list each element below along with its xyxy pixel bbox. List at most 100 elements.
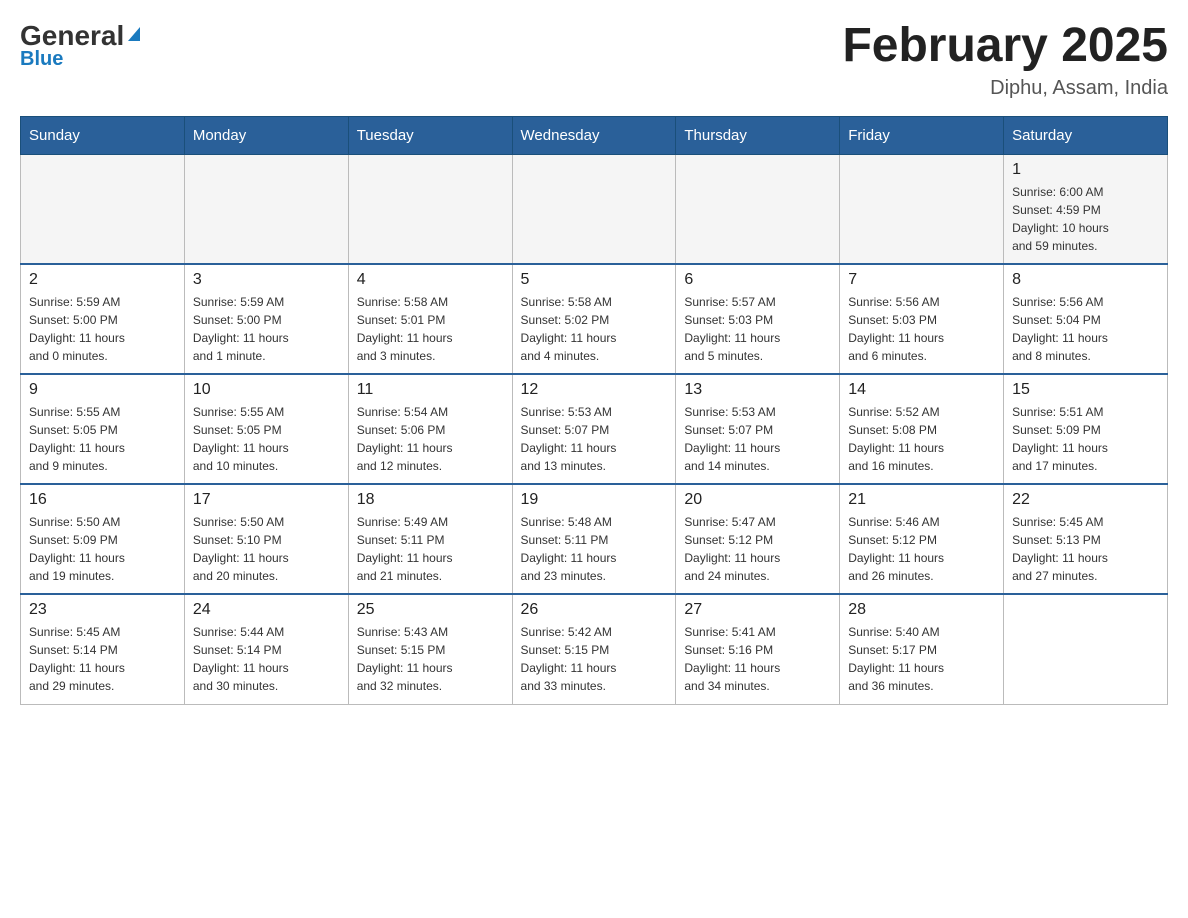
calendar-cell: 9 Sunrise: 5:55 AM Sunset: 5:05 PM Daylig…: [21, 374, 185, 484]
calendar-cell: 19 Sunrise: 5:48 AM Sunset: 5:11 PM Dayli…: [512, 484, 676, 594]
calendar-cell: 17 Sunrise: 5:50 AM Sunset: 5:10 PM Dayli…: [184, 484, 348, 594]
day-number: 1: [1012, 161, 1159, 179]
day-number: 6: [684, 271, 831, 289]
calendar-cell: 3Sunrise: 5:59 AM Sunset: 5:00 PM Daylig…: [184, 264, 348, 374]
day-info: Sunrise: 5:53 AM Sunset: 5:07 PM Dayligh…: [521, 403, 668, 475]
calendar-cell: 28 Sunrise: 5:40 AM Sunset: 5:17 PM Dayli…: [840, 594, 1004, 704]
day-info: Sunrise: 5:59 AM Sunset: 5:00 PM Dayligh…: [29, 293, 176, 365]
calendar-cell: [21, 154, 185, 264]
day-number: 4: [357, 271, 504, 289]
day-number: 27: [684, 601, 831, 619]
calendar-cell: 27 Sunrise: 5:41 AM Sunset: 5:16 PM Dayli…: [676, 594, 840, 704]
calendar-cell: 20 Sunrise: 5:47 AM Sunset: 5:12 PM Dayli…: [676, 484, 840, 594]
logo: General Blue: [20, 20, 140, 71]
day-number: 12: [521, 381, 668, 399]
day-number: 11: [357, 381, 504, 399]
day-number: 3: [193, 271, 340, 289]
day-info: Sunrise: 5:55 AM Sunset: 5:05 PM Dayligh…: [29, 403, 176, 475]
header-wednesday: Wednesday: [512, 116, 676, 154]
day-info: Sunrise: 5:42 AM Sunset: 5:15 PM Dayligh…: [521, 623, 668, 695]
calendar-cell: 24 Sunrise: 5:44 AM Sunset: 5:14 PM Dayli…: [184, 594, 348, 704]
calendar-cell: 13 Sunrise: 5:53 AM Sunset: 5:07 PM Dayli…: [676, 374, 840, 484]
calendar-cell: 7 Sunrise: 5:56 AM Sunset: 5:03 PM Daylig…: [840, 264, 1004, 374]
day-number: 20: [684, 491, 831, 509]
calendar-cell: 10Sunrise: 5:55 AM Sunset: 5:05 PM Dayli…: [184, 374, 348, 484]
day-info: Sunrise: 5:51 AM Sunset: 5:09 PM Dayligh…: [1012, 403, 1159, 475]
day-info: Sunrise: 5:45 AM Sunset: 5:13 PM Dayligh…: [1012, 513, 1159, 585]
calendar-cell: [184, 154, 348, 264]
header-sunday: Sunday: [21, 116, 185, 154]
day-info: Sunrise: 5:56 AM Sunset: 5:03 PM Dayligh…: [848, 293, 995, 365]
day-info: Sunrise: 5:54 AM Sunset: 5:06 PM Dayligh…: [357, 403, 504, 475]
day-number: 8: [1012, 271, 1159, 289]
calendar-week-4: 16 Sunrise: 5:50 AM Sunset: 5:09 PM Dayli…: [21, 484, 1168, 594]
calendar-cell: 5 Sunrise: 5:58 AM Sunset: 5:02 PM Daylig…: [512, 264, 676, 374]
calendar-cell: [512, 154, 676, 264]
day-info: Sunrise: 5:46 AM Sunset: 5:12 PM Dayligh…: [848, 513, 995, 585]
calendar-title: February 2025: [842, 20, 1168, 73]
calendar-cell: 12 Sunrise: 5:53 AM Sunset: 5:07 PM Dayli…: [512, 374, 676, 484]
day-info: Sunrise: 5:57 AM Sunset: 5:03 PM Dayligh…: [684, 293, 831, 365]
logo-triangle-icon: [128, 27, 140, 41]
calendar-subtitle: Diphu, Assam, India: [842, 77, 1168, 100]
calendar-cell: 16 Sunrise: 5:50 AM Sunset: 5:09 PM Dayli…: [21, 484, 185, 594]
calendar-cell: 21 Sunrise: 5:46 AM Sunset: 5:12 PM Dayli…: [840, 484, 1004, 594]
calendar-cell: 25 Sunrise: 5:43 AM Sunset: 5:15 PM Dayli…: [348, 594, 512, 704]
calendar-table: SundayMondayTuesdayWednesdayThursdayFrid…: [20, 116, 1168, 705]
day-info: Sunrise: 5:41 AM Sunset: 5:16 PM Dayligh…: [684, 623, 831, 695]
day-info: Sunrise: 5:48 AM Sunset: 5:11 PM Dayligh…: [521, 513, 668, 585]
day-info: Sunrise: 5:45 AM Sunset: 5:14 PM Dayligh…: [29, 623, 176, 695]
calendar-cell: [1004, 594, 1168, 704]
day-info: Sunrise: 5:47 AM Sunset: 5:12 PM Dayligh…: [684, 513, 831, 585]
day-info: Sunrise: 5:58 AM Sunset: 5:01 PM Dayligh…: [357, 293, 504, 365]
day-info: Sunrise: 5:58 AM Sunset: 5:02 PM Dayligh…: [521, 293, 668, 365]
day-info: Sunrise: 5:50 AM Sunset: 5:10 PM Dayligh…: [193, 513, 340, 585]
page-header: General Blue February 2025 Diphu, Assam,…: [20, 20, 1168, 100]
day-info: Sunrise: 5:56 AM Sunset: 5:04 PM Dayligh…: [1012, 293, 1159, 365]
calendar-week-2: 2Sunrise: 5:59 AM Sunset: 5:00 PM Daylig…: [21, 264, 1168, 374]
day-number: 16: [29, 491, 176, 509]
header-monday: Monday: [184, 116, 348, 154]
calendar-week-1: 1 Sunrise: 6:00 AM Sunset: 4:59 PM Daylig…: [21, 154, 1168, 264]
day-info: Sunrise: 5:43 AM Sunset: 5:15 PM Dayligh…: [357, 623, 504, 695]
header-thursday: Thursday: [676, 116, 840, 154]
day-info: Sunrise: 5:44 AM Sunset: 5:14 PM Dayligh…: [193, 623, 340, 695]
day-number: 7: [848, 271, 995, 289]
day-number: 15: [1012, 381, 1159, 399]
day-info: Sunrise: 5:52 AM Sunset: 5:08 PM Dayligh…: [848, 403, 995, 475]
day-info: Sunrise: 5:49 AM Sunset: 5:11 PM Dayligh…: [357, 513, 504, 585]
day-number: 14: [848, 381, 995, 399]
day-number: 28: [848, 601, 995, 619]
calendar-cell: [676, 154, 840, 264]
calendar-cell: 23 Sunrise: 5:45 AM Sunset: 5:14 PM Dayli…: [21, 594, 185, 704]
day-number: 21: [848, 491, 995, 509]
day-number: 13: [684, 381, 831, 399]
day-number: 22: [1012, 491, 1159, 509]
logo-blue: Blue: [20, 48, 63, 71]
day-number: 5: [521, 271, 668, 289]
header-tuesday: Tuesday: [348, 116, 512, 154]
day-number: 25: [357, 601, 504, 619]
calendar-cell: [840, 154, 1004, 264]
calendar-cell: 2Sunrise: 5:59 AM Sunset: 5:00 PM Daylig…: [21, 264, 185, 374]
day-info: Sunrise: 5:40 AM Sunset: 5:17 PM Dayligh…: [848, 623, 995, 695]
calendar-week-3: 9 Sunrise: 5:55 AM Sunset: 5:05 PM Daylig…: [21, 374, 1168, 484]
day-info: Sunrise: 6:00 AM Sunset: 4:59 PM Dayligh…: [1012, 183, 1159, 255]
day-number: 17: [193, 491, 340, 509]
calendar-cell: 26Sunrise: 5:42 AM Sunset: 5:15 PM Dayli…: [512, 594, 676, 704]
calendar-header-row: SundayMondayTuesdayWednesdayThursdayFrid…: [21, 116, 1168, 154]
calendar-cell: 15 Sunrise: 5:51 AM Sunset: 5:09 PM Dayli…: [1004, 374, 1168, 484]
header-saturday: Saturday: [1004, 116, 1168, 154]
day-number: 18: [357, 491, 504, 509]
calendar-cell: 4 Sunrise: 5:58 AM Sunset: 5:01 PM Daylig…: [348, 264, 512, 374]
calendar-cell: 14 Sunrise: 5:52 AM Sunset: 5:08 PM Dayli…: [840, 374, 1004, 484]
day-number: 19: [521, 491, 668, 509]
day-info: Sunrise: 5:50 AM Sunset: 5:09 PM Dayligh…: [29, 513, 176, 585]
calendar-week-5: 23 Sunrise: 5:45 AM Sunset: 5:14 PM Dayli…: [21, 594, 1168, 704]
day-number: 9: [29, 381, 176, 399]
calendar-cell: [348, 154, 512, 264]
day-number: 24: [193, 601, 340, 619]
calendar-cell: 18 Sunrise: 5:49 AM Sunset: 5:11 PM Dayli…: [348, 484, 512, 594]
day-info: Sunrise: 5:53 AM Sunset: 5:07 PM Dayligh…: [684, 403, 831, 475]
day-number: 23: [29, 601, 176, 619]
